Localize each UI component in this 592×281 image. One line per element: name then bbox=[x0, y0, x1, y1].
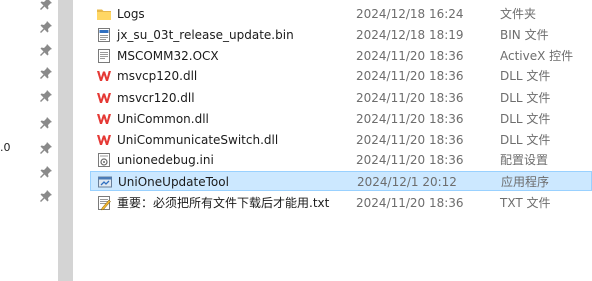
file-name: MSCOMM32.OCX bbox=[117, 49, 219, 63]
folder-icon bbox=[96, 6, 112, 22]
file-row[interactable]: msvcp120.dll 2024/11/20 18:36 DLL 文件 bbox=[90, 66, 592, 86]
file-modified-date: 2024/11/20 18:36 bbox=[356, 133, 464, 147]
app-icon bbox=[97, 174, 113, 190]
ini-file-icon bbox=[96, 152, 112, 168]
file-name: msvcp120.dll bbox=[117, 69, 198, 83]
file-name: msvcr120.dll bbox=[117, 91, 195, 105]
file-modified-date: 2024/11/20 18:36 bbox=[356, 196, 464, 210]
navigation-pane-scrollbar[interactable] bbox=[58, 0, 73, 281]
pin-icon[interactable] bbox=[39, 20, 53, 34]
pin-icon[interactable] bbox=[39, 0, 53, 11]
txt-file-icon bbox=[96, 195, 112, 211]
file-modified-date: 2024/11/20 18:36 bbox=[356, 69, 464, 83]
file-modified-date: 2024/11/20 18:36 bbox=[356, 49, 464, 63]
file-list: Logs 2024/12/18 16:24 文件夹 jx_su_03t_release… bbox=[73, 0, 592, 281]
wps-dll-icon bbox=[96, 111, 112, 127]
pin-icon[interactable] bbox=[39, 189, 53, 203]
file-row[interactable]: UniCommunicateSwitch.dll 2024/11/20 18:36… bbox=[90, 130, 592, 150]
pin-icon[interactable] bbox=[39, 141, 53, 155]
file-type: TXT 文件 bbox=[500, 196, 551, 210]
file-type: DLL 文件 bbox=[500, 133, 551, 147]
file-row[interactable]: unionedebug.ini 2024/11/20 18:36 配置设置 bbox=[90, 150, 592, 170]
file-type: 配置设置 bbox=[500, 153, 549, 167]
navigation-pane: .0 bbox=[0, 0, 58, 281]
wps-dll-icon bbox=[96, 132, 112, 148]
file-type: BIN 文件 bbox=[500, 28, 549, 42]
file-row[interactable]: UniCommon.dll 2024/11/20 18:36 DLL 文件 bbox=[90, 109, 592, 129]
file-modified-date: 2024/12/18 18:19 bbox=[356, 28, 464, 42]
nav-item-partial-label[interactable]: .0 bbox=[0, 141, 11, 154]
file-type: DLL 文件 bbox=[500, 69, 551, 83]
file-modified-date: 2024/11/20 18:36 bbox=[356, 112, 464, 126]
file-name: Logs bbox=[117, 7, 145, 21]
file-modified-date: 2024/12/1 20:12 bbox=[357, 175, 457, 189]
file-name: UniCommunicateSwitch.dll bbox=[117, 133, 279, 147]
file-name: unionedebug.ini bbox=[117, 153, 214, 167]
pin-icon[interactable] bbox=[39, 116, 53, 130]
file-modified-date: 2024/11/20 18:36 bbox=[356, 153, 464, 167]
file-type: DLL 文件 bbox=[500, 112, 551, 126]
pin-icon[interactable] bbox=[39, 43, 53, 57]
file-name: UniCommon.dll bbox=[117, 112, 209, 126]
file-type: 应用程序 bbox=[501, 175, 550, 189]
ocx-file-icon bbox=[96, 48, 112, 64]
pin-icon[interactable] bbox=[39, 165, 53, 179]
pin-icon[interactable] bbox=[39, 66, 53, 80]
file-row[interactable]: MSCOMM32.OCX 2024/11/20 18:36 ActiveX 控件 bbox=[90, 46, 592, 66]
file-modified-date: 2024/12/18 16:24 bbox=[356, 7, 464, 21]
file-type: ActiveX 控件 bbox=[500, 49, 574, 63]
file-row[interactable]: msvcr120.dll 2024/11/20 18:36 DLL 文件 bbox=[90, 88, 592, 108]
bin-file-icon bbox=[96, 27, 112, 43]
file-row[interactable]: jx_su_03t_release_update.bin 2024/12/18 1… bbox=[90, 25, 592, 45]
file-name: UniOneUpdateTool bbox=[118, 175, 229, 189]
wps-dll-icon bbox=[96, 68, 112, 84]
file-row[interactable]: Logs 2024/12/18 16:24 文件夹 bbox=[90, 4, 592, 24]
file-modified-date: 2024/11/20 18:36 bbox=[356, 91, 464, 105]
wps-dll-icon bbox=[96, 90, 112, 106]
file-type: DLL 文件 bbox=[500, 91, 551, 105]
file-name: jx_su_03t_release_update.bin bbox=[117, 28, 294, 42]
pin-icon[interactable] bbox=[39, 89, 53, 103]
file-name: 重要：必须把所有文件下载后才能用.txt bbox=[117, 196, 330, 210]
file-type: 文件夹 bbox=[500, 7, 537, 21]
file-row[interactable]: UniOneUpdateTool 2024/12/1 20:12 应用程序 bbox=[90, 171, 592, 191]
file-row[interactable]: 重要：必须把所有文件下载后才能用.txt 2024/11/20 18:36 TXT … bbox=[90, 193, 592, 213]
